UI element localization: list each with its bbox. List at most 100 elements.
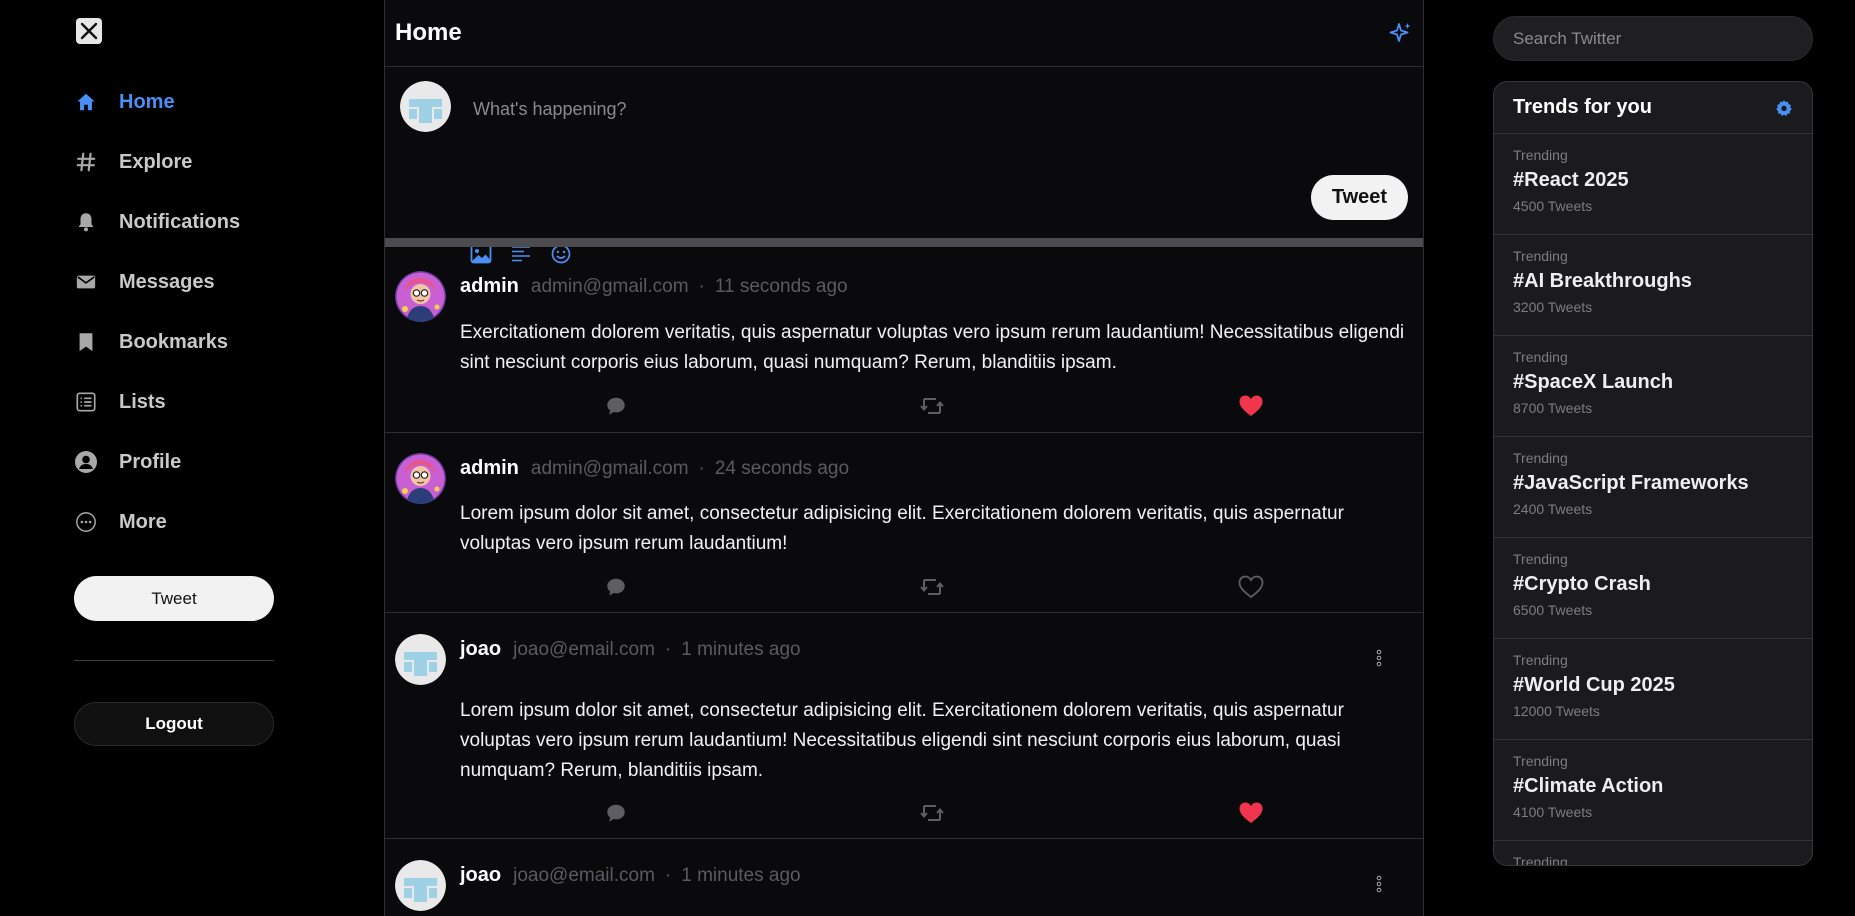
sidebar-item-label: More: [119, 510, 167, 533]
tweet-composer: Tweet: [385, 67, 1423, 264]
trend-item[interactable]: Trending #JavaScript Frameworks 2400 Twe…: [1494, 437, 1812, 538]
compose-input[interactable]: [473, 91, 1373, 127]
tweet-header: joao joao@email.com · 1 minutes ago: [460, 864, 801, 887]
tweet-card: joao joao@email.com · 1 minutes ago Lore…: [385, 613, 1423, 839]
trend-count: 3200 Tweets: [1513, 299, 1593, 315]
retweet-icon[interactable]: [919, 393, 945, 419]
tweet-author-handle: admin@gmail.com: [530, 276, 689, 297]
cartoon-avatar-icon: [395, 453, 446, 504]
tweet-text: Lorem ipsum dolor sit amet, consectetur …: [460, 503, 1344, 554]
trend-item[interactable]: Trending #World Cup 2025 12000 Tweets: [1494, 639, 1812, 740]
reply-icon[interactable]: [603, 800, 629, 826]
envelope-icon: [74, 270, 98, 294]
trend-item[interactable]: Trending #Crypto Crash 6500 Tweets: [1494, 538, 1812, 639]
trend-item[interactable]: Trending #Climate Action 4100 Tweets: [1494, 740, 1812, 841]
avatar[interactable]: [395, 453, 446, 504]
gear-icon[interactable]: [1775, 99, 1793, 117]
sidebar-item-bookmarks[interactable]: Bookmarks: [74, 322, 274, 362]
trend-item[interactable]: Trending #SpaceX Launch 8700 Tweets: [1494, 336, 1812, 437]
tweet-card: admin admin@gmail.com · 11 seconds ago E…: [385, 247, 1423, 433]
bookmark-icon: [74, 330, 98, 354]
trends-title: Trends for you: [1513, 96, 1652, 118]
sidebar-item-label: Explore: [119, 150, 193, 173]
sidebar-item-profile[interactable]: Profile: [74, 442, 274, 482]
tweet-timestamp: 1 minutes ago: [681, 639, 801, 660]
default-avatar-icon: [395, 860, 446, 911]
avatar[interactable]: [395, 271, 446, 322]
user-circle-icon: [74, 450, 98, 474]
trend-name: #AI Breakthroughs: [1513, 270, 1692, 292]
sidebar-item-notifications[interactable]: Notifications: [74, 202, 274, 242]
composer-tweet-button[interactable]: Tweet: [1311, 175, 1408, 220]
logout-button[interactable]: Logout: [74, 702, 274, 746]
tweet-card: admin admin@gmail.com · 24 seconds ago L…: [385, 433, 1423, 613]
composer-separator: [385, 238, 1423, 247]
sidebar-item-label: Home: [119, 90, 175, 113]
avatar[interactable]: [395, 860, 446, 911]
sidebar-tweet-button[interactable]: Tweet: [74, 576, 274, 621]
trends-header: Trends for you: [1494, 82, 1812, 134]
tweet-author-name[interactable]: joao: [460, 638, 501, 661]
tweet-author-name[interactable]: joao: [460, 864, 501, 887]
more-options-icon[interactable]: [1371, 646, 1387, 670]
tweet-author-handle: admin@gmail.com: [530, 458, 689, 479]
tweet-actions: [385, 393, 1423, 419]
trend-category: Trending: [1513, 349, 1568, 365]
trend-item[interactable]: Trending #AI Breakthroughs 3200 Tweets: [1494, 235, 1812, 336]
reply-icon[interactable]: [603, 393, 629, 419]
trend-count: 2400 Tweets: [1513, 501, 1593, 517]
retweet-icon[interactable]: [919, 574, 945, 600]
tweet-author-handle: joao@email.com: [513, 639, 655, 660]
list-icon: [74, 390, 98, 414]
home-icon: [74, 90, 98, 114]
sidebar-item-lists[interactable]: Lists: [74, 382, 274, 422]
avatar[interactable]: [395, 634, 446, 685]
tweet-header: admin admin@gmail.com · 24 seconds ago: [460, 457, 849, 480]
more-options-icon[interactable]: [1371, 872, 1387, 896]
hashtag-icon: [74, 150, 98, 174]
feed-header: Home: [385, 0, 1423, 67]
like-heart-icon[interactable]: [1238, 393, 1264, 419]
trend-category: Trending: [1513, 248, 1568, 264]
trends-panel: Trends for you Trending #React 2025 4500…: [1493, 81, 1813, 866]
tweet-card: joao joao@email.com · 1 minutes ago: [385, 839, 1423, 916]
main-feed: Home Tweet: [384, 0, 1424, 916]
tweet-timestamp: 1 minutes ago: [681, 865, 801, 886]
tweet-author-name[interactable]: admin: [460, 275, 519, 298]
tweet-text: Lorem ipsum dolor sit amet, consectetur …: [460, 700, 1344, 781]
trend-item[interactable]: Trending: [1494, 841, 1812, 866]
tweet-author-name[interactable]: admin: [460, 457, 519, 480]
bell-icon: [74, 210, 98, 234]
separator-dot: ·: [664, 639, 672, 660]
like-heart-icon[interactable]: [1238, 800, 1264, 826]
sidebar-item-label: Lists: [119, 390, 166, 413]
trend-count: 4500 Tweets: [1513, 198, 1593, 214]
sparkle-icon[interactable]: [1389, 21, 1413, 45]
retweet-icon[interactable]: [919, 800, 945, 826]
trend-name: #React 2025: [1513, 169, 1629, 191]
search-input[interactable]: [1493, 16, 1813, 61]
sidebar-item-explore[interactable]: Explore: [74, 142, 274, 182]
tweet-timestamp: 24 seconds ago: [714, 458, 850, 479]
sidebar-item-messages[interactable]: Messages: [74, 262, 274, 302]
trend-item[interactable]: Trending #React 2025 4500 Tweets: [1494, 134, 1812, 235]
sidebar-item-home[interactable]: Home: [74, 82, 274, 122]
like-heart-icon[interactable]: [1238, 574, 1264, 600]
sidebar-item-more[interactable]: More: [74, 502, 274, 542]
tweet-header: admin admin@gmail.com · 11 seconds ago: [460, 275, 848, 298]
sidebar-item-label: Bookmarks: [119, 330, 228, 353]
trend-category: Trending: [1513, 854, 1568, 866]
x-logo-icon[interactable]: [76, 18, 102, 44]
cartoon-avatar-icon: [395, 271, 446, 322]
separator-dot: ·: [664, 865, 672, 886]
trend-category: Trending: [1513, 753, 1568, 769]
trend-count: 8700 Tweets: [1513, 400, 1593, 416]
trend-count: 6500 Tweets: [1513, 602, 1593, 618]
tweet-author-handle: joao@email.com: [513, 865, 655, 886]
reply-icon[interactable]: [603, 574, 629, 600]
trend-count: 4100 Tweets: [1513, 804, 1593, 820]
left-sidebar: Home Explore Notifications Messages Book…: [74, 0, 274, 916]
trend-name: #World Cup 2025: [1513, 674, 1675, 696]
default-avatar-icon: [395, 634, 446, 685]
tweet-timestamp: 11 seconds ago: [714, 276, 848, 297]
